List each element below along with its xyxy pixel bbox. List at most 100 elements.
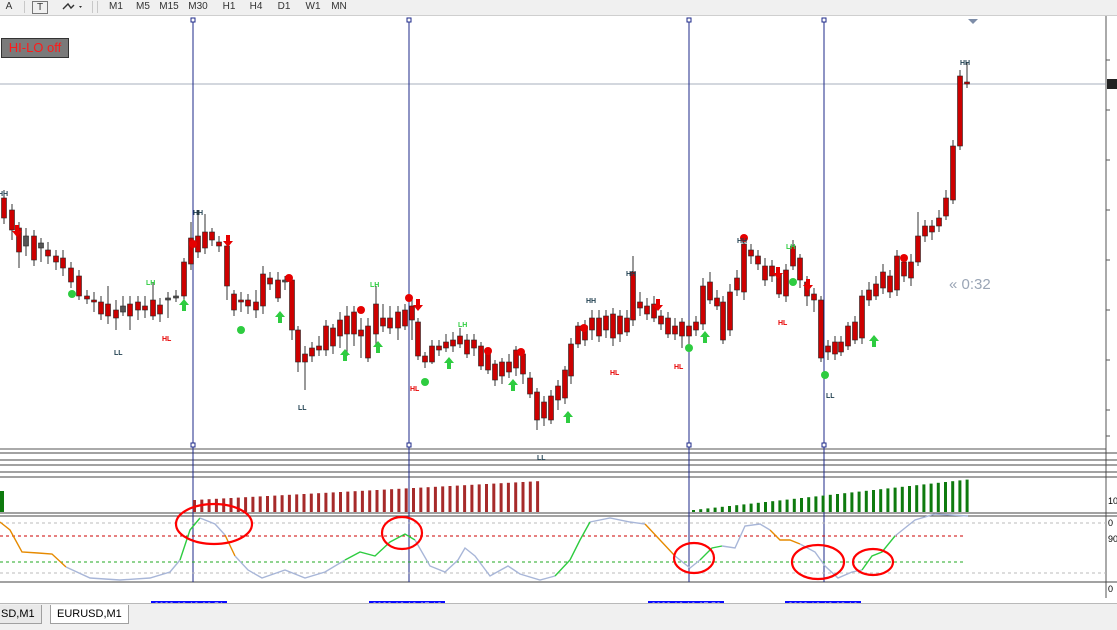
oscillator-line xyxy=(344,533,416,561)
candle-body xyxy=(589,317,595,331)
candle-body xyxy=(337,319,343,337)
text-tool-button[interactable]: A xyxy=(2,0,16,14)
histogram-bar xyxy=(749,503,753,512)
candle-body xyxy=(957,75,963,147)
histogram-bar xyxy=(214,498,218,512)
candle-body xyxy=(630,271,636,321)
up-arrow-icon xyxy=(444,357,454,369)
candle-body xyxy=(380,317,386,327)
candle-body xyxy=(415,321,421,357)
vline-handle[interactable] xyxy=(686,17,692,23)
candle-body xyxy=(330,327,336,347)
histogram-bar xyxy=(893,487,897,512)
oscillator-line xyxy=(414,539,556,581)
price-chart[interactable]: HI-LO off « 0:32 HH HH HH HH HH HH LH LH LH LH HL H… xyxy=(0,16,1117,616)
candle-body xyxy=(471,339,477,349)
vline-handle[interactable] xyxy=(190,17,196,23)
candle-body xyxy=(387,317,393,329)
candle-body xyxy=(610,313,616,339)
histogram-bar xyxy=(872,490,875,512)
hist-scale-top: 10 xyxy=(1108,496,1117,506)
hh-label: HH xyxy=(626,271,637,278)
candle-body xyxy=(845,325,851,347)
candle-body xyxy=(289,279,295,331)
candle-body xyxy=(245,299,251,307)
histogram-bar xyxy=(528,481,532,512)
timeframe-h4-button[interactable]: H4 xyxy=(245,0,267,14)
timeframe-m30-button[interactable]: M30 xyxy=(187,0,209,14)
up-arrow-icon xyxy=(508,379,518,391)
hl-label: HL xyxy=(674,364,684,371)
histogram-bar xyxy=(692,510,695,512)
candle-body xyxy=(302,353,308,363)
tab-sd-m1[interactable]: SD,M1 xyxy=(0,605,42,624)
timeframe-m15-button[interactable]: M15 xyxy=(158,0,180,14)
histogram-bar xyxy=(302,494,306,512)
ll-label: LL xyxy=(114,350,123,357)
histogram-bar xyxy=(936,482,940,512)
red-dot-marker xyxy=(357,306,365,314)
timeframe-w1-button[interactable]: W1 xyxy=(302,0,324,14)
candle-body xyxy=(253,301,259,311)
lh-label: LH xyxy=(786,244,796,251)
candle-body xyxy=(950,145,956,201)
vline-handle[interactable] xyxy=(406,17,412,23)
up-arrow-icon xyxy=(340,349,350,361)
hh-label: HH xyxy=(960,60,971,67)
oscillator-line xyxy=(234,555,346,579)
osc-scale-bottom: 0 xyxy=(1108,584,1114,594)
timeframe-d1-button[interactable]: D1 xyxy=(273,0,295,14)
chart-tabs-bar: SD,M1 EURUSD,M1 xyxy=(0,603,1117,630)
candle-body xyxy=(409,305,415,321)
histogram-bar xyxy=(807,497,811,512)
candle-body xyxy=(309,347,315,357)
hist-scale-bottom: 0 xyxy=(1108,518,1114,528)
histogram-bar xyxy=(492,483,496,512)
candle-body xyxy=(23,235,29,247)
timeframe-mn-button[interactable]: MN xyxy=(328,0,350,14)
candle-body xyxy=(142,305,148,311)
histogram-bar xyxy=(251,496,255,512)
hilo-toggle-button[interactable]: HI-LO off xyxy=(1,38,69,58)
candle-body xyxy=(173,295,179,299)
tab-eurusd-m1[interactable]: EURUSD,M1 xyxy=(50,605,129,624)
candle-body xyxy=(450,339,456,347)
vline-handle[interactable] xyxy=(821,442,827,448)
vline-handle[interactable] xyxy=(406,442,412,448)
oscillator-line xyxy=(554,521,591,577)
histogram-bar xyxy=(477,484,481,512)
vline-handle[interactable] xyxy=(686,442,692,448)
timeframe-m5-button[interactable]: M5 xyxy=(132,0,154,14)
shapes-dropdown-button[interactable] xyxy=(60,0,86,14)
candle-body xyxy=(929,225,935,233)
histogram-bar xyxy=(375,490,379,512)
lh-label: LH xyxy=(146,280,156,287)
green-dot-marker xyxy=(789,278,797,286)
candle-body xyxy=(734,277,740,291)
bar-countdown-timer: « 0:32 xyxy=(949,276,991,293)
candle-body xyxy=(135,301,141,311)
histogram-bar xyxy=(368,490,372,512)
candle-body xyxy=(443,341,449,349)
timeframe-m1-button[interactable]: M1 xyxy=(105,0,127,14)
oscillator-line xyxy=(699,545,723,561)
green-dot-marker xyxy=(237,326,245,334)
histogram-bar xyxy=(908,486,911,512)
timeframe-h1-button[interactable]: H1 xyxy=(218,0,240,14)
candle-body xyxy=(901,261,907,277)
vline-handle[interactable] xyxy=(821,17,827,23)
text-label-tool-button[interactable]: T xyxy=(32,1,48,14)
histogram-bar xyxy=(857,491,861,512)
candle-body xyxy=(596,317,602,337)
candle-body xyxy=(859,295,865,339)
up-arrow-icon xyxy=(373,341,383,353)
candle-body xyxy=(202,231,208,249)
up-arrow-icon xyxy=(275,311,285,323)
oscillator-line xyxy=(769,529,801,545)
histogram-bar xyxy=(728,506,731,512)
histogram-bar xyxy=(735,505,739,512)
candle-body xyxy=(295,329,301,363)
candle-body xyxy=(520,353,526,375)
ll-label: LL xyxy=(826,393,835,400)
vline-handle[interactable] xyxy=(190,442,196,448)
